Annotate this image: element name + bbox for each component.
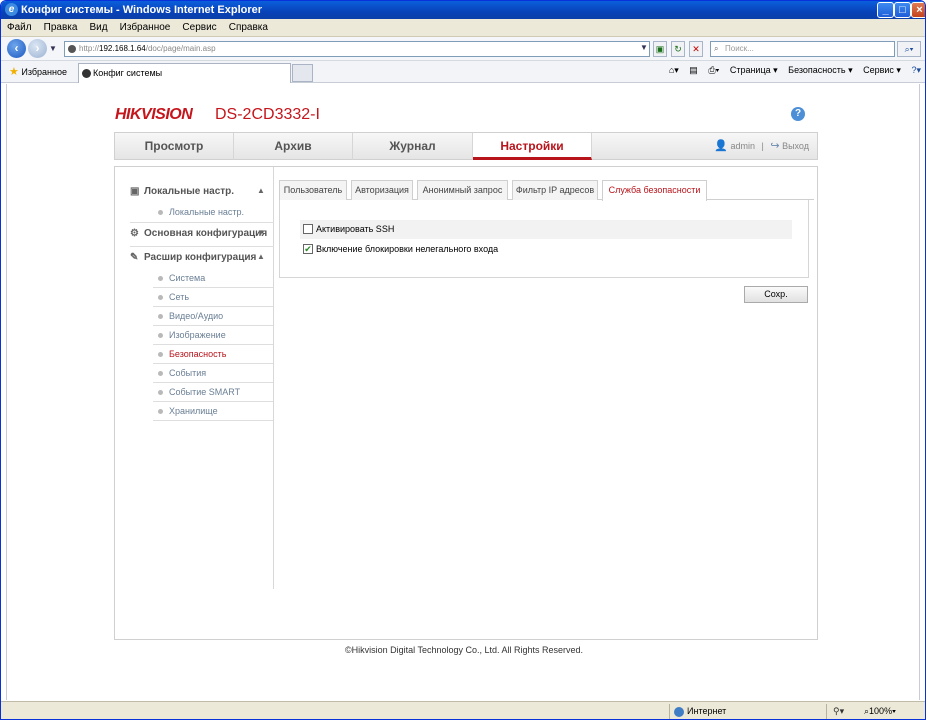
history-dropdown-icon[interactable]: ▼ <box>49 44 57 53</box>
menu-help[interactable]: Справка <box>229 19 268 37</box>
browser-window: e Конфиг системы - Windows Internet Expl… <box>0 0 926 720</box>
wrench-icon: ✎ <box>130 252 139 263</box>
sidebar-group-advanced[interactable]: ✎ Расшир конфигурация ▲ <box>130 252 265 263</box>
tab-settings[interactable]: Настройки <box>473 133 592 160</box>
menu-bar: Файл Правка Вид Избранное Сервис Справка <box>1 19 925 37</box>
protected-mode-icon[interactable]: ⚲▾ <box>833 706 844 717</box>
logout-link[interactable]: Выход <box>782 141 809 151</box>
chevron-up-icon: ▲ <box>257 186 265 195</box>
security-zone: Интернет <box>674 706 726 717</box>
sidebar-item-storage[interactable]: Хранилище <box>153 403 273 421</box>
minimize-button[interactable]: _ <box>877 2 894 18</box>
sidebar-item-network[interactable]: Сеть <box>153 289 273 307</box>
gear-icon: ⚙ <box>130 228 139 239</box>
window-title: Конфиг системы - Windows Internet Explor… <box>21 4 263 16</box>
subtab-anonymous[interactable]: Анонимный запрос <box>417 180 508 200</box>
tab-page-icon <box>82 69 91 78</box>
subtab-ip-filter[interactable]: Фильтр IP адресов <box>512 180 598 200</box>
subtab-security-service[interactable]: Служба безопасности <box>602 180 707 201</box>
feeds-icon[interactable]: ▤ <box>689 65 698 75</box>
close-button[interactable]: × <box>911 2 925 18</box>
sidebar-item-smart-event[interactable]: Событие SMART <box>153 384 273 402</box>
favorites-button[interactable]: ★ Избранное <box>9 65 67 78</box>
device-model: DS-2CD3332-I <box>215 106 320 123</box>
sidebar-item-events[interactable]: События <box>153 365 273 383</box>
status-divider <box>826 704 827 719</box>
favorites-bar: ★ Избранное Конфиг системы ⌂▾ ▤ ⎙▾ Стран… <box>1 61 925 83</box>
sidebar-divider <box>130 222 274 223</box>
logout-icon: ↪ <box>770 140 780 152</box>
menu-file[interactable]: Файл <box>7 19 32 37</box>
illegal-login-lock-checkbox[interactable]: ✔ <box>303 243 313 254</box>
ssh-checkbox[interactable] <box>303 223 313 234</box>
print-icon[interactable]: ⎙▾ <box>708 65 719 75</box>
help-icon[interactable]: ? <box>791 107 805 121</box>
zoom-control[interactable]: ⌕100%▾ <box>864 706 896 717</box>
brand-logo: HIKVISION <box>115 106 193 123</box>
subtab-authentication[interactable]: Авторизация <box>351 180 413 200</box>
illegal-login-lock-label: Включение блокировки нелегального входа <box>316 244 499 254</box>
tab-preview[interactable]: Просмотр <box>115 133 234 160</box>
sidebar-item-video-audio[interactable]: Видео/Аудио <box>153 308 273 326</box>
username[interactable]: admin <box>730 141 755 151</box>
menu-tools[interactable]: Сервис <box>182 19 216 37</box>
compat-view-icon[interactable]: ▣ <box>653 41 667 57</box>
status-bar: Интернет ⚲▾ ⌕100%▾ <box>1 701 925 719</box>
status-divider <box>669 704 670 719</box>
sidebar-divider <box>130 246 274 247</box>
chevron-up-icon: ▲ <box>257 252 265 261</box>
user-icon: 👤 <box>714 140 728 152</box>
address-bar[interactable]: http://192.168.1.64/doc/page/main.asp <box>64 41 650 57</box>
settings-content: ▣ Локальные настр. ▲ Локальные настр. ⚙ Ос… <box>114 166 818 640</box>
sidebar-group-basic[interactable]: ⚙ Основная конфигурация ▼ <box>130 228 267 239</box>
sidebar-item-image[interactable]: Изображение <box>153 327 273 345</box>
copyright-footer: ©Hikvision Digital Technology Co., Ltd. … <box>344 645 584 655</box>
address-dropdown-icon[interactable]: ▼ <box>637 41 651 57</box>
page-menu[interactable]: Страница ▾ <box>730 65 778 75</box>
subtab-user[interactable]: Пользователь <box>279 180 347 200</box>
help-menu-icon[interactable]: ?▾ <box>911 65 921 75</box>
title-bar: e Конфиг системы - Windows Internet Expl… <box>1 1 925 19</box>
sidebar-item-security[interactable]: Безопасность <box>153 346 273 364</box>
refresh-icon[interactable]: ↻ <box>671 41 685 57</box>
tab-archive[interactable]: Архив <box>234 133 353 160</box>
tools-menu[interactable]: Сервис ▾ <box>863 65 901 75</box>
settings-sidebar: ▣ Локальные настр. ▲ Локальные настр. ⚙ Ос… <box>115 167 274 589</box>
web-page: HIKVISION DS-2CD3332-I ? Просмотр Архив … <box>6 84 920 700</box>
command-bar: ⌂▾ ▤ ⎙▾ Страница ▾ Безопасность ▾ Сервис… <box>661 65 921 76</box>
search-icon: ⌕ <box>714 44 719 53</box>
tab-log[interactable]: Журнал <box>353 133 473 160</box>
sidebar-item-system[interactable]: Система <box>153 270 273 288</box>
search-go-icon[interactable]: ⌕▾ <box>897 41 921 57</box>
forward-arrow-icon[interactable]: › <box>28 39 47 58</box>
monitor-icon: ▣ <box>130 186 140 197</box>
user-area: 👤 admin | ↪ Выход <box>714 140 809 152</box>
ie-logo-icon: e <box>5 3 18 16</box>
chevron-down-icon: ▼ <box>257 228 265 237</box>
home-icon[interactable]: ⌂▾ <box>669 65 679 75</box>
security-service-panel: Активировать SSH ✔ Включение блокировки н… <box>279 200 809 278</box>
ssh-label: Активировать SSH <box>316 224 395 234</box>
page-icon <box>68 45 76 53</box>
navigation-bar: ‹ › ▼ http://192.168.1.64/doc/page/main.… <box>1 37 925 61</box>
save-button[interactable]: Сохр. <box>744 286 808 303</box>
globe-icon <box>674 706 684 717</box>
sidebar-item-local-settings[interactable]: Локальные настр. <box>153 204 273 222</box>
ssh-option-row: Активировать SSH <box>300 220 792 239</box>
star-icon: ★ <box>9 66 19 78</box>
menu-edit[interactable]: Правка <box>44 19 78 37</box>
settings-subtabs: Пользователь Авторизация Анонимный запро… <box>279 180 814 201</box>
search-input[interactable]: ⌕ Поиск... <box>710 41 895 57</box>
menu-view[interactable]: Вид <box>90 19 108 37</box>
new-tab-button[interactable] <box>292 64 313 82</box>
browser-tab[interactable]: Конфиг системы <box>78 63 291 83</box>
safety-menu[interactable]: Безопасность ▾ <box>788 65 852 75</box>
sidebar-group-local[interactable]: ▣ Локальные настр. ▲ <box>130 186 265 197</box>
back-arrow-icon[interactable]: ‹ <box>7 39 26 58</box>
maximize-button[interactable]: □ <box>894 2 911 18</box>
stop-icon[interactable]: ✕ <box>689 41 703 57</box>
main-navigation: Просмотр Архив Журнал Настройки 👤 admin … <box>114 132 818 160</box>
illegal-login-lock-row: ✔ Включение блокировки нелегального входа <box>300 240 792 259</box>
menu-favorites[interactable]: Избранное <box>120 19 171 37</box>
